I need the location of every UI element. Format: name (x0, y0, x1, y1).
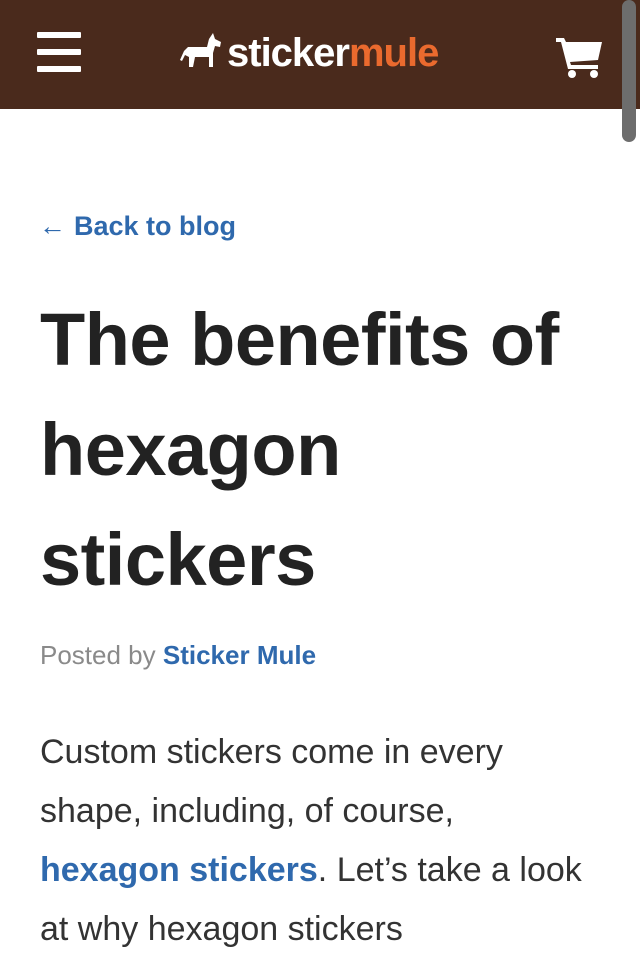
article-intro: Custom stickers come in every shape, inc… (40, 723, 600, 959)
back-arrow-icon: ← (39, 211, 66, 241)
site-header: stickermule (0, 0, 640, 109)
back-link-label: Back to blog (74, 211, 237, 241)
byline-prefix: Posted by (40, 640, 156, 670)
shopping-cart-icon (556, 38, 602, 78)
hamburger-menu-icon-bar (37, 49, 81, 55)
mule-icon (180, 33, 221, 67)
intro-text-1: Custom stickers come in every shape, inc… (40, 733, 503, 830)
author-link[interactable]: Sticker Mule (163, 640, 316, 670)
site-logo[interactable]: stickermule (179, 28, 439, 78)
hamburger-menu-icon-bar (37, 66, 81, 72)
back-to-blog-link[interactable]: ← Back to blog (39, 211, 236, 242)
logo-word-mule: mule (348, 31, 439, 75)
article-title: The benefits of hexagon stickers (40, 298, 559, 601)
logo-word-sticker: sticker (227, 31, 350, 75)
logo-text: stickermule (227, 31, 439, 75)
hexagon-stickers-link[interactable]: hexagon stickers (40, 851, 318, 889)
page: stickermule ← Back to blog The benefits … (0, 0, 640, 959)
byline: Posted by Sticker Mule (40, 640, 316, 671)
menu-button[interactable] (37, 32, 81, 72)
cart-button[interactable] (556, 36, 604, 78)
scrollbar-thumb[interactable] (622, 0, 636, 142)
hamburger-menu-icon (37, 32, 81, 38)
